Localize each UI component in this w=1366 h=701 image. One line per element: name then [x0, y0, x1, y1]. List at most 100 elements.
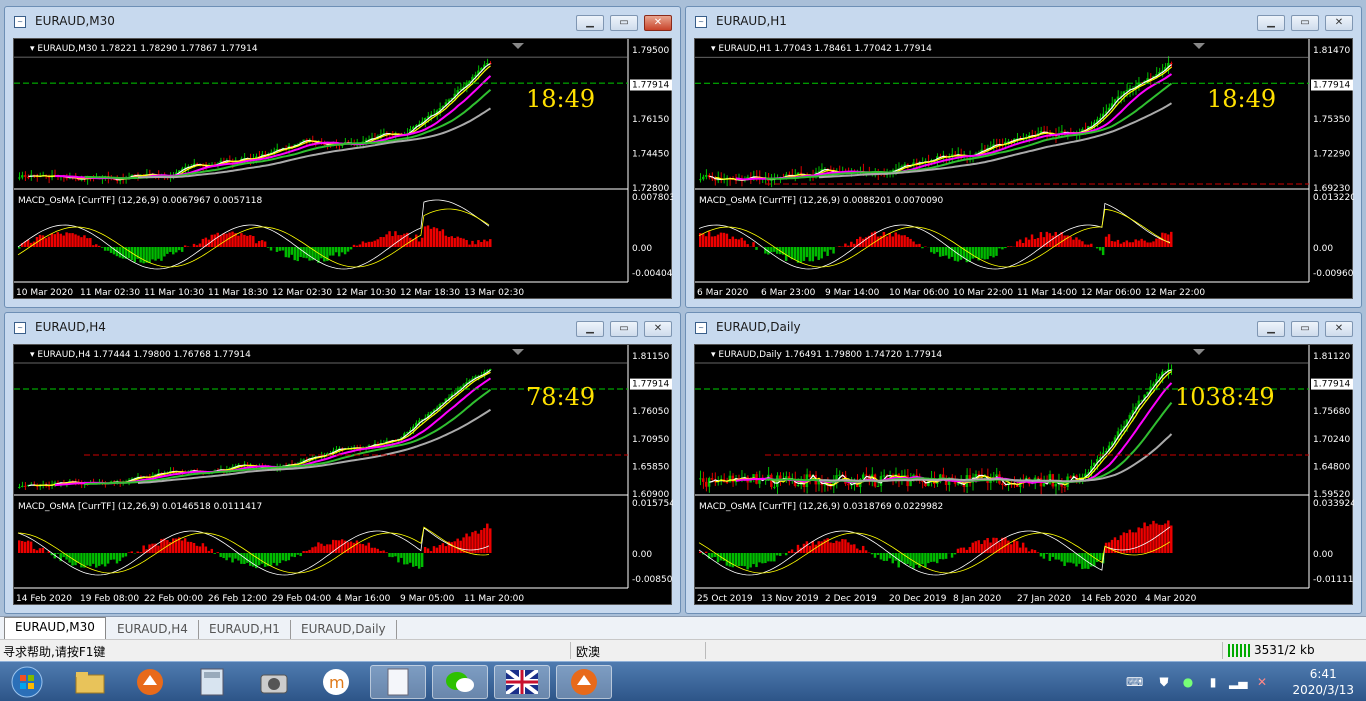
macd-histogram-bar [195, 545, 199, 553]
chart-area[interactable]: 18:49 ▾ EURAUD,H1 1.77043 1.78461 1.77042… [694, 38, 1354, 299]
keyboard-icon[interactable]: ⌨ [1126, 674, 1143, 690]
window-titlebar[interactable]: ~ EURAUD,H1 ▁ ▭ ✕ [686, 7, 1361, 37]
time-axis-label: 2 Dec 2019 [825, 594, 877, 604]
chart-area[interactable]: 1038:49 ▾ EURAUD,Daily 1.76491 1.79800 1.… [694, 344, 1354, 605]
macd-histogram-bar [121, 247, 125, 259]
close-button[interactable]: ✕ [644, 15, 672, 31]
macd-histogram-bar [1051, 235, 1054, 247]
macd-histogram-bar [941, 247, 945, 257]
chart-window-m30[interactable]: ~ EURAUD,M30 ▁ ▭ ✕ 18:49 ▾ EURAUD,M30 1.7… [4, 6, 681, 308]
window-titlebar[interactable]: ~ EURAUD,H4 ▁ ▭ ✕ [5, 313, 680, 343]
minimize-button[interactable]: ▁ [1257, 321, 1285, 337]
macd-histogram-bar [1134, 532, 1137, 553]
macd-histogram-bar [805, 541, 809, 553]
macd-histogram-bar [936, 247, 939, 253]
system-clock[interactable]: 6:41 2020/3/13 [1292, 666, 1354, 698]
candle-body [1036, 477, 1040, 479]
minimize-button[interactable]: ▁ [1257, 15, 1285, 31]
minimize-button[interactable]: ▁ [576, 15, 604, 31]
macd-histogram-bar [829, 247, 832, 250]
tab-euraud-h1[interactable]: EURAUD,H1 [199, 620, 291, 639]
macd-histogram-bar [314, 546, 317, 553]
bar-countdown-timer: 1038:49 [1175, 383, 1275, 411]
window-titlebar[interactable]: ~ EURAUD,Daily ▁ ▭ ✕ [686, 313, 1361, 343]
macd-histogram-bar [1054, 553, 1057, 560]
macd-histogram-bar [1021, 242, 1025, 247]
price-axis-label: 1.75350 [1313, 115, 1350, 125]
chart-window-icon: ~ [14, 16, 26, 28]
trader-app-icon-2[interactable] [556, 665, 612, 699]
time-axis-label: 10 Mar 06:00 [889, 288, 949, 298]
flag-app-icon[interactable] [494, 665, 550, 699]
macd-histogram-bar [115, 553, 119, 564]
calculator-icon[interactable] [184, 665, 240, 699]
macd-histogram-bar [103, 553, 107, 567]
macd-histogram-bar [118, 553, 122, 562]
tab-euraud-daily[interactable]: EURAUD,Daily [291, 620, 397, 639]
macd-histogram-bar [1122, 242, 1126, 247]
macd-histogram-bar [323, 247, 326, 262]
macd-histogram-bar [489, 239, 492, 247]
macd-histogram-bar [936, 553, 939, 564]
macd-histogram-bar [160, 247, 163, 261]
macd-histogram-bar [1128, 242, 1132, 247]
macd-histogram-bar [1015, 541, 1019, 553]
macd-histogram-bar [106, 553, 110, 564]
macd-histogram-bar [740, 553, 743, 566]
document-app-icon[interactable] [370, 665, 426, 699]
close-button[interactable]: ✕ [1325, 321, 1353, 337]
wechat-tray-icon[interactable]: ● [1180, 674, 1196, 690]
macd-histogram-bar [1045, 553, 1049, 554]
macd-histogram-bar [1039, 232, 1043, 247]
macd-histogram-bar [710, 553, 714, 558]
chart-area[interactable]: 18:49 ▾ EURAUD,M30 1.78221 1.78290 1.7786… [13, 38, 673, 299]
macd-histogram-bar [808, 247, 812, 262]
time-axis-label: 11 Mar 02:30 [80, 288, 140, 298]
macd-histogram-bar [944, 553, 948, 559]
maximize-button[interactable]: ▭ [1291, 15, 1319, 31]
close-button[interactable]: ✕ [644, 321, 672, 337]
close-button[interactable]: ✕ [1325, 15, 1353, 31]
macd-histogram-bar [921, 247, 924, 249]
minimize-button[interactable]: ▁ [576, 321, 604, 337]
shield-icon[interactable]: ⛊ [1156, 674, 1172, 690]
start-button[interactable] [2, 665, 52, 699]
macd-histogram-bar [290, 553, 294, 557]
candle-body [731, 475, 735, 483]
camera-app-icon[interactable] [246, 665, 302, 699]
chart-window-icon: ~ [695, 322, 707, 334]
chart-window-h4[interactable]: ~ EURAUD,H4 ▁ ▭ ✕ 78:49 ▾ EURAUD,H4 1.774… [4, 312, 681, 614]
macd-histogram-bar [1060, 232, 1063, 247]
chart-area[interactable]: 78:49 ▾ EURAUD,H4 1.77444 1.79800 1.76768… [13, 344, 673, 605]
tab-euraud-m30[interactable]: EURAUD,M30 [4, 617, 106, 639]
macd-histogram-bar [918, 553, 921, 568]
chart-window-h1[interactable]: ~ EURAUD,H1 ▁ ▭ ✕ 18:49 ▾ EURAUD,H1 1.770… [685, 6, 1362, 308]
wechat-icon[interactable] [432, 665, 488, 699]
macd-histogram-bar [941, 553, 945, 560]
macd-histogram-bar [992, 247, 995, 258]
m-app-icon[interactable]: m [308, 665, 364, 699]
macd-histogram-bar [713, 236, 717, 247]
macd-histogram-bar [459, 237, 462, 247]
macd-histogram-bar [86, 238, 89, 247]
signal-icon[interactable]: ▂▄ [1229, 674, 1247, 690]
maximize-button[interactable]: ▭ [1291, 321, 1319, 337]
macd-histogram-bar [853, 243, 856, 247]
macd-histogram-bar [1033, 550, 1037, 553]
chart-window-daily[interactable]: ~ EURAUD,Daily ▁ ▭ ✕ 1038:49 ▾ EURAUD,Dai… [685, 312, 1362, 614]
macd-histogram-bar [151, 247, 154, 260]
window-titlebar[interactable]: ~ EURAUD,M30 ▁ ▭ ✕ [5, 7, 680, 37]
maximize-button[interactable]: ▭ [610, 321, 638, 337]
explorer-taskbar-icon[interactable] [62, 665, 118, 699]
speaker-muted-icon[interactable]: ✕ [1254, 674, 1270, 690]
macd-histogram-bar [1140, 528, 1143, 553]
macd-histogram-bar [1063, 235, 1066, 247]
battery-icon[interactable]: ▮ [1205, 674, 1221, 690]
macd-histogram-bar [790, 549, 794, 553]
trader-app-icon[interactable] [122, 665, 178, 699]
macd-histogram-bar [269, 247, 273, 251]
chart-canvas: 1038:49 ▾ EURAUD,Daily 1.76491 1.79800 1.… [695, 345, 1354, 604]
macd-histogram-bar [731, 236, 735, 247]
tab-euraud-h4[interactable]: EURAUD,H4 [107, 620, 199, 639]
maximize-button[interactable]: ▭ [610, 15, 638, 31]
